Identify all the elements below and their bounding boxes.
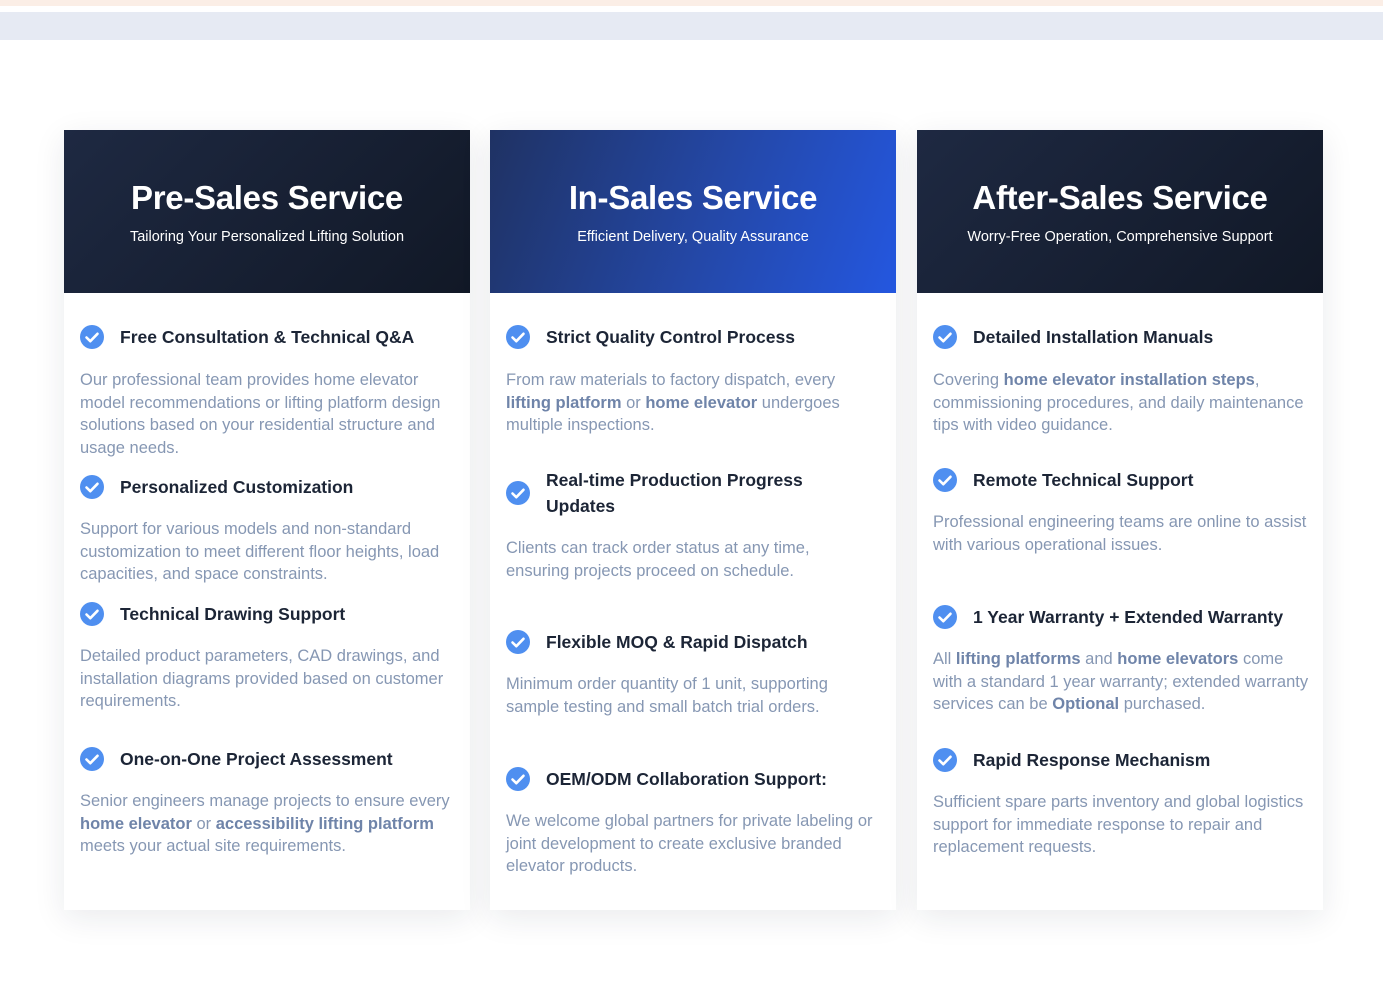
- pre-sales-card: Pre-Sales Service Tailoring Your Persona…: [64, 130, 470, 910]
- item-title: Remote Technical Support: [973, 470, 1194, 490]
- highlight-text: lifting platforms: [955, 650, 1081, 668]
- item-title: Free Consultation & Technical Q&A: [120, 327, 415, 347]
- service-item: Rapid Response Mechanism Sufficient spar…: [933, 747, 1309, 859]
- after-sales-card: After-Sales Service Worry-Free Operation…: [917, 130, 1323, 910]
- item-description: Covering home elevator installation step…: [933, 369, 1309, 437]
- item-title: Flexible MOQ & Rapid Dispatch: [546, 632, 808, 652]
- item-description: From raw materials to factory dispatch, …: [506, 369, 882, 437]
- service-item: Personalized Customization Support for v…: [80, 474, 456, 586]
- check-circle-icon: [80, 602, 104, 626]
- description-text: Minimum order quantity of 1 unit, suppor…: [506, 675, 828, 716]
- item-title: Rapid Response Mechanism: [973, 750, 1211, 770]
- service-item: Strict Quality Control Process From raw …: [506, 324, 882, 437]
- description-text: and: [1080, 650, 1118, 668]
- highlight-text: lifting platform: [506, 393, 622, 412]
- item-description: Professional engineering teams are onlin…: [933, 511, 1309, 556]
- description-text: Clients can track order status at any ti…: [506, 539, 810, 580]
- description-text: Sufficient spare parts inventory and glo…: [933, 793, 1304, 856]
- item-title: Technical Drawing Support: [120, 604, 346, 624]
- in-sales-card: In-Sales Service Efficient Delivery, Qua…: [490, 130, 896, 910]
- check-circle-icon: [80, 747, 104, 771]
- description-text: or: [621, 393, 646, 412]
- service-item: Free Consultation & Technical Q&A Our pr…: [80, 324, 456, 459]
- description-text: Professional engineering teams are onlin…: [933, 513, 1307, 554]
- description-text: Our professional team provides home elev…: [80, 371, 441, 457]
- top-band: [0, 12, 1383, 40]
- service-item: Remote Technical Support Professional en…: [933, 467, 1309, 556]
- service-item: Real-time Production Progress Updates Cl…: [506, 467, 836, 582]
- description-text: meets your actual site requirements.: [80, 837, 346, 855]
- service-item: 1 Year Warranty + Extended Warranty All …: [933, 604, 1309, 716]
- card-title: In-Sales Service: [568, 179, 818, 216]
- item-description: Clients can track order status at any ti…: [506, 537, 836, 582]
- service-item: Technical Drawing Support Detailed produ…: [80, 601, 456, 713]
- item-description: Our professional team provides home elev…: [80, 369, 456, 459]
- service-item: Flexible MOQ & Rapid Dispatch Minimum or…: [506, 629, 882, 718]
- item-description: All lifting platforms and home elevators…: [933, 648, 1309, 716]
- item-title: OEM/ODM Collaboration Support:: [546, 769, 827, 789]
- item-title: Strict Quality Control Process: [546, 327, 795, 347]
- check-circle-icon: [80, 475, 104, 499]
- item-description: Senior engineers manage projects to ensu…: [80, 790, 456, 858]
- check-circle-icon: [933, 748, 957, 772]
- highlight-text: home elevator installation steps: [1003, 371, 1255, 389]
- description-text: Support for various models and non-stand…: [80, 520, 440, 583]
- card-subtitle: Efficient Delivery, Quality Assurance: [577, 229, 809, 245]
- item-title: Detailed Installation Manuals: [973, 327, 1214, 347]
- check-circle-icon: [506, 481, 530, 505]
- highlight-text: home elevator: [80, 814, 192, 833]
- service-item: Detailed Installation Manuals Covering h…: [933, 324, 1309, 437]
- service-item: One-on-One Project Assessment Senior eng…: [80, 746, 456, 858]
- card-subtitle: Tailoring Your Personalized Lifting Solu…: [129, 229, 405, 245]
- check-circle-icon: [933, 468, 957, 492]
- service-item: OEM/ODM Collaboration Support: We welcom…: [506, 766, 882, 878]
- description-text: All: [933, 650, 956, 668]
- check-circle-icon: [933, 605, 957, 629]
- top-accent-strip: [0, 0, 1383, 6]
- item-title: Real-time Production Progress Updates: [546, 470, 803, 516]
- item-title: Personalized Customization: [120, 477, 354, 497]
- description-text: Covering: [933, 371, 1004, 389]
- card-subtitle: Worry-Free Operation, Comprehensive Supp…: [967, 229, 1273, 245]
- pre-sales-header: Pre-Sales Service Tailoring Your Persona…: [64, 130, 470, 293]
- check-circle-icon: [80, 325, 104, 349]
- check-circle-icon: [933, 325, 957, 349]
- item-description: Sufficient spare parts inventory and glo…: [933, 791, 1309, 859]
- highlight-text: accessibility lifting platform: [215, 814, 434, 833]
- item-description: Detailed product parameters, CAD drawing…: [80, 645, 456, 713]
- highlight-text: home elevator: [645, 393, 758, 412]
- item-title: 1 Year Warranty + Extended Warranty: [973, 607, 1284, 627]
- check-circle-icon: [506, 630, 530, 654]
- in-sales-header: In-Sales Service Efficient Delivery, Qua…: [490, 130, 896, 293]
- check-circle-icon: [506, 767, 530, 791]
- card-title: After-Sales Service: [972, 179, 1268, 216]
- highlight-text: Optional: [1052, 695, 1120, 713]
- item-title: One-on-One Project Assessment: [120, 749, 393, 769]
- description-text: or: [191, 814, 216, 833]
- highlight-text: home elevators: [1117, 650, 1239, 668]
- description-text: We welcome global partners for private l…: [506, 812, 873, 875]
- card-title: Pre-Sales Service: [131, 179, 403, 216]
- check-circle-icon: [506, 325, 530, 349]
- description-text: purchased.: [1119, 695, 1206, 713]
- item-description: We welcome global partners for private l…: [506, 810, 882, 878]
- item-description: Minimum order quantity of 1 unit, suppor…: [506, 673, 882, 718]
- after-sales-header: After-Sales Service Worry-Free Operation…: [917, 130, 1323, 293]
- item-description: Support for various models and non-stand…: [80, 518, 456, 586]
- description-text: From raw materials to factory dispatch, …: [506, 371, 836, 389]
- description-text: Senior engineers manage projects to ensu…: [80, 792, 450, 810]
- description-text: Detailed product parameters, CAD drawing…: [80, 647, 444, 710]
